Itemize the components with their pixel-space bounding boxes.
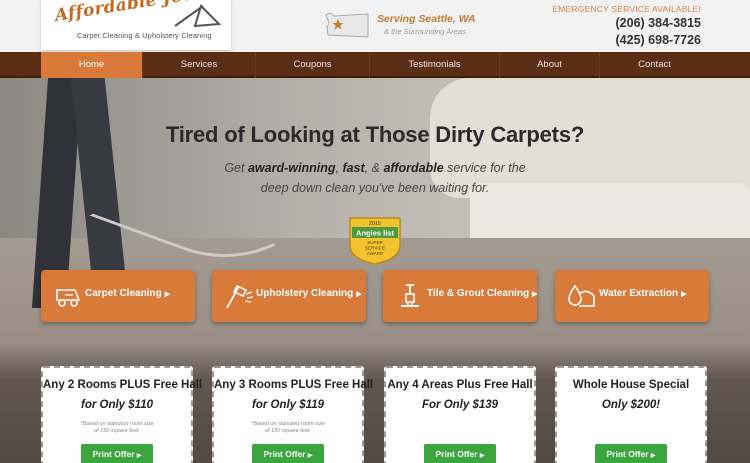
service-label-text: Carpet Cleaning	[85, 288, 162, 299]
print-offer-label: Print Offer	[606, 449, 649, 459]
phone-number-secondary[interactable]: (425) 698-7726	[616, 33, 701, 47]
tile-tool-icon	[401, 284, 419, 307]
caret-right-icon: ▶	[164, 291, 171, 298]
hero-subheadline: Get award-winning, fast, & affordable se…	[0, 161, 750, 175]
coupon-note-line: of 150 square feet.	[265, 428, 311, 434]
badge-brand: Angies list	[356, 229, 394, 238]
service-label: Water Extraction ▶	[599, 288, 686, 299]
washington-state-icon	[325, 12, 369, 38]
hero-sub-text: service for the	[447, 161, 526, 175]
badge-line1: SUPER	[367, 240, 383, 245]
print-offer-label: Print Offer	[92, 449, 135, 459]
service-button-water-extraction[interactable]: Water Extraction ▶	[555, 270, 709, 322]
service-label-text: Water Extraction	[599, 288, 679, 299]
nav-about[interactable]: About	[499, 52, 599, 78]
service-label: Upholstery Cleaning ▶	[256, 288, 362, 299]
coupon-card: Whole House Special Only $200! Print Off…	[555, 366, 707, 463]
caret-right-icon: ▶	[532, 291, 538, 298]
caret-right-icon: ▶	[479, 453, 485, 459]
print-offer-button[interactable]: Print Offer ▶	[81, 444, 153, 463]
main-nav: Home Services Coupons Testimonials About…	[0, 52, 750, 78]
coupon-note-line: *Based on standard room size	[251, 421, 325, 427]
print-offer-button[interactable]: Print Offer ▶	[595, 444, 667, 463]
phone-number-primary[interactable]: (206) 384-3815	[616, 16, 701, 30]
upholstery-wand-icon	[226, 284, 254, 309]
hero-sub-emphasis: fast	[342, 161, 365, 175]
cleaning-wand-icon	[174, 4, 221, 28]
coupon-price: for Only $119	[251, 399, 324, 411]
water-drop-icon	[568, 284, 595, 307]
coupon-note-line: of 150 square feet.	[94, 428, 140, 434]
caret-right-icon: ▶	[136, 453, 142, 459]
coupon-note: *Based on standard room size of 150 squar…	[43, 421, 191, 435]
hero-sub-text: ,	[335, 161, 339, 175]
coupon-title: Any 3 Rooms PLUS Free Hall	[214, 379, 374, 391]
coupon-title: Whole House Special	[572, 379, 690, 391]
nav-contact[interactable]: Contact	[599, 52, 709, 78]
print-offer-label: Print Offer	[435, 449, 478, 459]
service-label-text: Tile & Grout Cleaning	[427, 288, 530, 299]
coupon-price: Only $200!	[601, 399, 661, 411]
coupon-card: Any 3 Rooms PLUS Free Hall for Only $119…	[212, 366, 374, 463]
service-label: Tile & Grout Cleaning ▶	[427, 288, 537, 299]
service-button-tile-grout-cleaning[interactable]: Tile & Grout Cleaning ▶	[383, 270, 537, 322]
nav-home[interactable]: Home	[41, 52, 142, 78]
coupon-title: Any 2 Rooms PLUS Free Hall	[43, 379, 203, 391]
logo-tagline: Carpet Cleaning & Upholstery Cleaning	[77, 31, 212, 40]
carpet-machine-icon	[56, 289, 81, 307]
angies-list-award-badge[interactable]: 2015 Angies list SUPER SERVICE AWARD	[346, 215, 404, 265]
nav-testimonials[interactable]: Testimonials	[369, 52, 499, 78]
site-logo[interactable]: Affordable Joe's Carpet Cleaning & Uphol…	[41, 0, 231, 50]
service-label: Carpet Cleaning ▶	[85, 288, 170, 299]
coupon-price: For Only $139	[421, 399, 499, 411]
badge-line2: SERVICE	[365, 246, 385, 251]
coupon-note-line: *Based on standard room size	[80, 421, 154, 427]
nav-coupons[interactable]: Coupons	[255, 52, 369, 78]
nav-services[interactable]: Services	[142, 52, 255, 78]
caret-right-icon: ▶	[681, 291, 687, 298]
hero-sub-text: Get	[224, 161, 245, 175]
service-area-title: Serving Seattle, WA	[377, 13, 476, 25]
coupon-price: for Only $110	[80, 399, 153, 411]
coupon-note: *Based on standard room size of 150 squar…	[214, 421, 362, 435]
coupon-card: Any 2 Rooms PLUS Free Hall for Only $110…	[41, 366, 203, 463]
badge-year: 2015	[369, 221, 381, 227]
print-offer-button[interactable]: Print Offer ▶	[424, 444, 496, 463]
service-button-upholstery-cleaning[interactable]: Upholstery Cleaning ▶	[212, 270, 366, 322]
coupon-card: Any 4 Areas Plus Free Hall For Only $139…	[384, 366, 536, 463]
service-label-text: Upholstery Cleaning	[256, 288, 354, 299]
hero-section: Tired of Looking at Those Dirty Carpets?…	[0, 78, 750, 463]
emergency-notice: EMERGENCY SERVICE AVAILABLE!	[552, 4, 701, 14]
hero-sub-text: , &	[364, 161, 380, 175]
service-button-carpet-cleaning[interactable]: Carpet Cleaning ▶	[41, 270, 195, 322]
caret-right-icon: ▶	[307, 453, 313, 459]
caret-right-icon: ▶	[650, 453, 656, 459]
hero-headline: Tired of Looking at Those Dirty Carpets?	[165, 122, 585, 147]
caret-right-icon: ▶	[356, 291, 362, 298]
hero-sub-emphasis: award-winning	[247, 161, 336, 175]
service-area-subtitle: & the Surrounding Areas	[384, 27, 466, 36]
hero-subheadline-line2: deep down clean you've been waiting for.	[260, 181, 490, 195]
print-offer-label: Print Offer	[263, 449, 306, 459]
site-header: Affordable Joe's Carpet Cleaning & Uphol…	[0, 0, 750, 52]
hero-sub-emphasis: affordable	[383, 161, 444, 175]
coupon-title: Any 4 Areas Plus Free Hall	[387, 379, 533, 391]
print-offer-button[interactable]: Print Offer ▶	[252, 444, 324, 463]
badge-line3: AWARD	[367, 251, 384, 256]
